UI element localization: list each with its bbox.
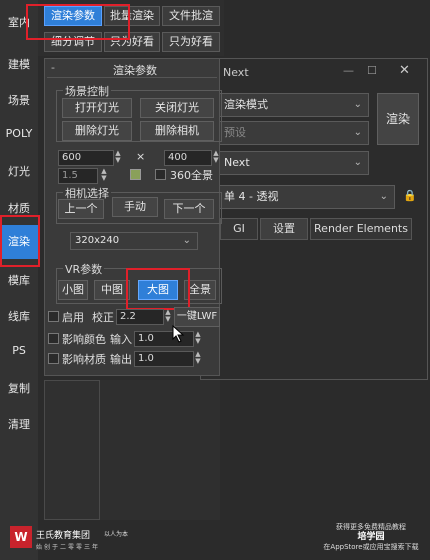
- prev-camera-button[interactable]: 上一个: [58, 199, 104, 219]
- ratio-field[interactable]: 1.5: [58, 168, 98, 184]
- panel-title: 渲染参数: [113, 64, 157, 77]
- sidebar-item-interior[interactable]: 室内: [0, 14, 38, 30]
- view-dropdown[interactable]: 单 4 - 透视 ⌄: [219, 185, 395, 209]
- render-params-button[interactable]: 渲染参数: [44, 6, 102, 26]
- input-label: 输入: [110, 333, 132, 346]
- chevron-down-icon: ⌄: [353, 157, 362, 168]
- sidebar-item-copy[interactable]: 复制: [0, 380, 38, 396]
- sidebar-item-ps[interactable]: PS: [0, 344, 38, 357]
- maximize-icon[interactable]: ☐: [367, 64, 377, 77]
- medium-image-button[interactable]: 中图: [94, 280, 130, 300]
- bottom-empty-area: [100, 380, 220, 520]
- tab-gi[interactable]: GI: [220, 218, 258, 240]
- wangshi-logo-icon: W: [10, 526, 32, 548]
- render-mode-value: 渲染模式: [224, 98, 268, 111]
- sidebar-item-clean[interactable]: 清理: [0, 416, 38, 432]
- sidebar-item-render[interactable]: 渲染: [0, 225, 38, 259]
- affect-material-label: 影响材质: [62, 353, 106, 366]
- affect-color-label: 影响颜色: [62, 333, 106, 346]
- tab-render-elements[interactable]: Render Elements: [310, 218, 412, 240]
- subdivision-adjust-button[interactable]: 细分调节: [44, 32, 102, 52]
- delete-lights-button[interactable]: 删除灯光: [62, 121, 132, 141]
- tab-settings[interactable]: 设置: [260, 218, 308, 240]
- next-camera-button[interactable]: 下一个: [164, 199, 214, 219]
- wangshi-slogan: 以人为本: [104, 531, 129, 538]
- close-icon[interactable]: ✕: [399, 63, 410, 78]
- enable-label: 启用: [62, 311, 84, 324]
- times-sign: ×: [136, 150, 146, 163]
- sidebar-item-lights[interactable]: 灯光: [0, 163, 38, 179]
- sidebar-item-line-library[interactable]: 线库: [0, 308, 38, 324]
- height-spinner[interactable]: ▲ ▼: [212, 150, 220, 164]
- divider: [47, 77, 217, 78]
- watermark-app-name: 培学园: [357, 532, 385, 542]
- chevron-down-icon: ⌄: [353, 99, 362, 110]
- correct-field[interactable]: 2.2: [116, 309, 164, 325]
- height-field[interactable]: 400: [164, 150, 212, 166]
- input-spinner[interactable]: ▲ ▼: [194, 331, 202, 345]
- panorama-button[interactable]: 全景: [184, 280, 216, 300]
- ratio-spinner[interactable]: ▲ ▼: [100, 168, 108, 182]
- render-mode-dropdown[interactable]: 渲染模式 ⌄: [219, 93, 369, 117]
- watermark-line1: 获得更多免费精品教程: [336, 523, 406, 531]
- ratio-lock-icon[interactable]: [130, 169, 141, 180]
- affect-color-checkbox[interactable]: [48, 333, 59, 344]
- sidebar-item-model-library[interactable]: 模库: [0, 272, 38, 288]
- watermark-line3: 在AppStore或应用宝搜索下载: [323, 543, 419, 551]
- resolution-value: 320x240: [75, 235, 120, 246]
- width-field[interactable]: 600: [58, 150, 114, 166]
- bottom-list-area[interactable]: [44, 380, 100, 520]
- sidebar-item-poly[interactable]: POLY: [0, 127, 38, 140]
- delete-camera-button[interactable]: 删除相机: [140, 121, 214, 141]
- correct-label: 校正: [92, 311, 114, 324]
- chevron-down-icon: ⌄: [182, 235, 191, 246]
- wangshi-founded: 始创于二零零三年: [36, 544, 101, 551]
- lights-on-button[interactable]: 打开灯光: [62, 98, 132, 118]
- view-value: 单 4 - 透视: [224, 190, 279, 203]
- output-field[interactable]: 1.0: [134, 351, 194, 367]
- vr-params-title: VR参数: [63, 261, 105, 277]
- lights-off-button[interactable]: 关闭灯光: [140, 98, 214, 118]
- minimize-icon[interactable]: —: [343, 64, 354, 77]
- chevron-down-icon: ⌄: [353, 127, 362, 138]
- peixueyuan-watermark: 获得更多免费精品教程 培学园 在AppStore或应用宝搜索下载: [316, 522, 426, 556]
- lock-icon[interactable]: 🔒: [403, 189, 417, 202]
- sidebar-item-materials[interactable]: 材质: [0, 200, 38, 216]
- pano-label: 360全景: [170, 169, 213, 182]
- collapse-toggle[interactable]: -: [51, 61, 55, 74]
- render-button[interactable]: 渲染: [377, 93, 419, 145]
- sidebar-item-modeling[interactable]: 建模: [0, 56, 38, 72]
- file-batch-render-button[interactable]: 文件批渲: [162, 6, 220, 26]
- preset-dropdown[interactable]: 预设 ⌄: [219, 121, 369, 145]
- sidebar-item-scene[interactable]: 场景: [0, 92, 38, 108]
- left-sidebar: 室内 建模 场景 POLY 灯光 材质 渲染 模库 线库 PS 复制 清理: [0, 0, 38, 560]
- window-title: Next: [223, 66, 249, 79]
- width-spinner[interactable]: ▲ ▼: [114, 150, 122, 164]
- just-look-good-button-2[interactable]: 只为好看: [162, 32, 220, 52]
- enable-checkbox[interactable]: [48, 311, 59, 322]
- just-look-good-button-1[interactable]: 只为好看: [104, 32, 160, 52]
- manual-camera-button[interactable]: 手动: [112, 197, 158, 217]
- affect-material-checkbox[interactable]: [48, 353, 59, 364]
- preset-value: 预设: [224, 126, 246, 139]
- chevron-down-icon: ⌄: [379, 191, 388, 202]
- one-key-lwf-button[interactable]: 一键LWF: [174, 307, 220, 327]
- correct-spinner[interactable]: ▲ ▼: [164, 309, 172, 323]
- large-image-button[interactable]: 大图: [138, 280, 178, 300]
- batch-render-button[interactable]: 批量渲染: [104, 6, 160, 26]
- output-label: 输出: [110, 353, 132, 366]
- output-spinner[interactable]: ▲ ▼: [194, 351, 202, 365]
- renderer-dropdown[interactable]: Next ⌄: [219, 151, 369, 175]
- scene-control-title: 场景控制: [63, 83, 111, 99]
- renderer-value: Next: [224, 156, 250, 169]
- mouse-cursor-icon: [172, 325, 185, 343]
- pano-checkbox[interactable]: [155, 169, 166, 180]
- small-image-button[interactable]: 小图: [58, 280, 88, 300]
- wangshi-name: 王氏教育集团: [36, 531, 91, 541]
- resolution-select[interactable]: 320x240 ⌄: [70, 232, 198, 250]
